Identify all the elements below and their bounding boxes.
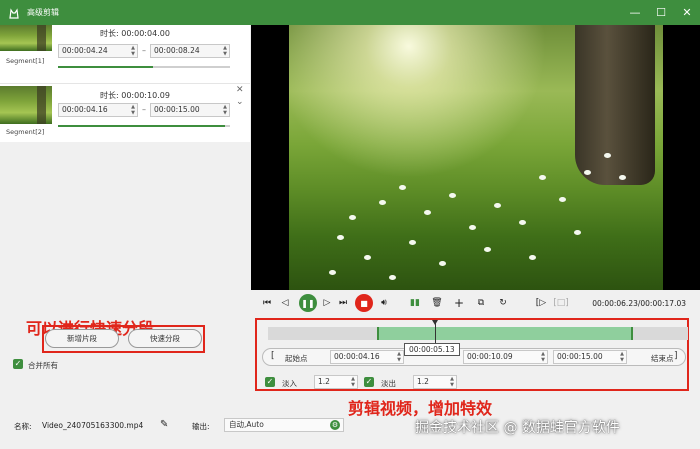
expand-segment-icon[interactable]: ⌄ xyxy=(236,97,244,107)
name-label: 名称: xyxy=(14,422,32,431)
segment-label: Segment[1] xyxy=(6,57,45,65)
spinner-icon[interactable]: ▲ ▼ xyxy=(620,351,624,363)
fade-in-field[interactable]: 1.2 ▲ ▼ xyxy=(314,375,358,389)
pause-button[interactable]: ❚❚ xyxy=(299,294,317,312)
start-point-field[interactable]: 00:00:04.16 ▲ ▼ xyxy=(330,350,404,364)
delete-icon[interactable]: 🗑︎ xyxy=(431,297,443,309)
maximize-icon[interactable]: ☐ xyxy=(654,6,668,20)
video-frame xyxy=(289,25,663,290)
tree-trunk xyxy=(575,25,655,185)
playback-controls: ⏮ ◁ ❚❚ ▷ ⏭ ■ 🔊︎ ▮▮ 🗑︎ + ⧉ ↻ [▷ [□] 00:00… xyxy=(251,290,700,316)
prev-frame-icon[interactable]: ◁ xyxy=(279,297,291,309)
stop-button[interactable]: ■ xyxy=(355,294,373,312)
playback-timecode: 00:00:06.23/00:00:17.03 xyxy=(592,299,686,308)
fade-in-checkbox[interactable]: ✓ xyxy=(265,377,275,387)
close-segment-icon[interactable]: ✕ xyxy=(236,85,244,95)
segment-label: Segment[2] xyxy=(6,128,45,136)
minimize-icon[interactable]: — xyxy=(628,6,642,20)
volume-icon[interactable]: 🔊︎ xyxy=(378,297,390,309)
watermark: 掘金技术社区 @ 数据蛙官方软件 xyxy=(415,420,620,436)
segment-duration: 时长: 00:00:04.00 xyxy=(100,29,170,38)
playhead-marker-icon[interactable] xyxy=(432,320,438,325)
segment-start-field[interactable]: 00:00:04.24 ▲ ▼ xyxy=(58,44,138,58)
segment-item-1[interactable]: Segment[1] 时长: 00:00:04.00 00:00:04.24 ▲ ▼… xyxy=(0,13,250,71)
segment-thumbnail xyxy=(0,25,52,51)
skip-start-icon[interactable]: ⏮ xyxy=(261,297,273,309)
quick-split-button[interactable]: 快速分段 xyxy=(128,329,202,348)
segment-panel: Segment[1] 时长: 00:00:04.00 00:00:04.24 ▲ ▼… xyxy=(0,25,250,449)
end-point-field[interactable]: 00:00:15.00 ▲ ▼ xyxy=(553,350,627,364)
set-start-icon[interactable]: [▷ xyxy=(535,297,547,309)
add-icon[interactable]: + xyxy=(453,296,465,310)
segment-list: Segment[1] 时长: 00:00:04.00 00:00:04.24 ▲ ▼… xyxy=(0,25,250,142)
segment-end-field[interactable]: 00:00:08.24 ▲ ▼ xyxy=(150,44,230,58)
segment-item-2[interactable]: Segment[2] 时长: 00:00:10.09 00:00:04.16 ▲ ▼… xyxy=(0,83,250,141)
spinner-icon[interactable]: ▲ ▼ xyxy=(131,104,135,116)
start-point-label: 起始点 xyxy=(285,354,308,363)
set-end-icon[interactable]: [□] xyxy=(553,297,569,309)
edit-name-icon[interactable]: ✎ xyxy=(160,419,168,430)
fade-out-label: 淡出 xyxy=(381,379,396,388)
file-name: Video_240705163300.mp4 xyxy=(42,421,144,430)
end-point-label: 结束点 xyxy=(651,354,674,363)
segment-start-field[interactable]: 00:00:04.16 ▲ ▼ xyxy=(58,103,138,117)
bottom-bar: 名称: Video_240705163300.mp4 ✎ 输出: 自动,Auto… xyxy=(0,413,700,449)
segment-progress xyxy=(58,125,225,127)
segment-end-field[interactable]: 00:00:15.00 ▲ ▼ xyxy=(150,103,230,117)
skip-end-icon[interactable]: ⏭ xyxy=(337,297,349,309)
close-icon[interactable]: ✕ xyxy=(680,6,694,20)
next-frame-icon[interactable]: ▷ xyxy=(321,297,333,309)
spinner-icon[interactable]: ▲ ▼ xyxy=(223,104,227,116)
segment-progress xyxy=(58,66,153,68)
duration-field[interactable]: 00:00:10.09 ▲ ▼ xyxy=(463,350,548,364)
copy-icon[interactable]: ⧉ xyxy=(475,297,487,309)
split-icon[interactable]: ▮▮ xyxy=(409,297,421,309)
fade-in-label: 淡入 xyxy=(282,379,297,388)
gear-icon[interactable]: ⚙ xyxy=(330,420,340,430)
spinner-icon[interactable]: ▲ ▼ xyxy=(450,376,454,388)
right-bracket: ] xyxy=(674,351,678,361)
spinner-icon[interactable]: ▲ ▼ xyxy=(131,45,135,57)
segment-thumbnail xyxy=(0,86,52,124)
spinner-icon[interactable]: ▲ ▼ xyxy=(541,351,545,363)
fade-out-checkbox[interactable]: ✓ xyxy=(364,377,374,387)
spinner-icon[interactable]: ▲ ▼ xyxy=(223,45,227,57)
spinner-icon[interactable]: ▲ ▼ xyxy=(397,351,401,363)
left-bracket: [ xyxy=(271,351,275,361)
spinner-icon[interactable]: ▲ ▼ xyxy=(351,376,355,388)
reset-icon[interactable]: ↻ xyxy=(497,297,509,309)
output-format-select[interactable]: 自动,Auto xyxy=(224,418,344,432)
new-clip-button[interactable]: 新增片段 xyxy=(45,329,119,348)
segment-duration: 时长: 00:00:10.09 xyxy=(100,91,170,100)
merge-all-checkbox[interactable]: ✓ xyxy=(13,359,23,369)
output-label: 输出: xyxy=(192,422,210,431)
merge-all-label: 合并所有 xyxy=(28,361,58,370)
playhead-tooltip: 00:00:05.13 xyxy=(404,343,460,356)
timeline-selection[interactable] xyxy=(377,327,633,340)
fade-out-field[interactable]: 1.2 ▲ ▼ xyxy=(413,375,457,389)
video-preview[interactable] xyxy=(251,25,700,290)
